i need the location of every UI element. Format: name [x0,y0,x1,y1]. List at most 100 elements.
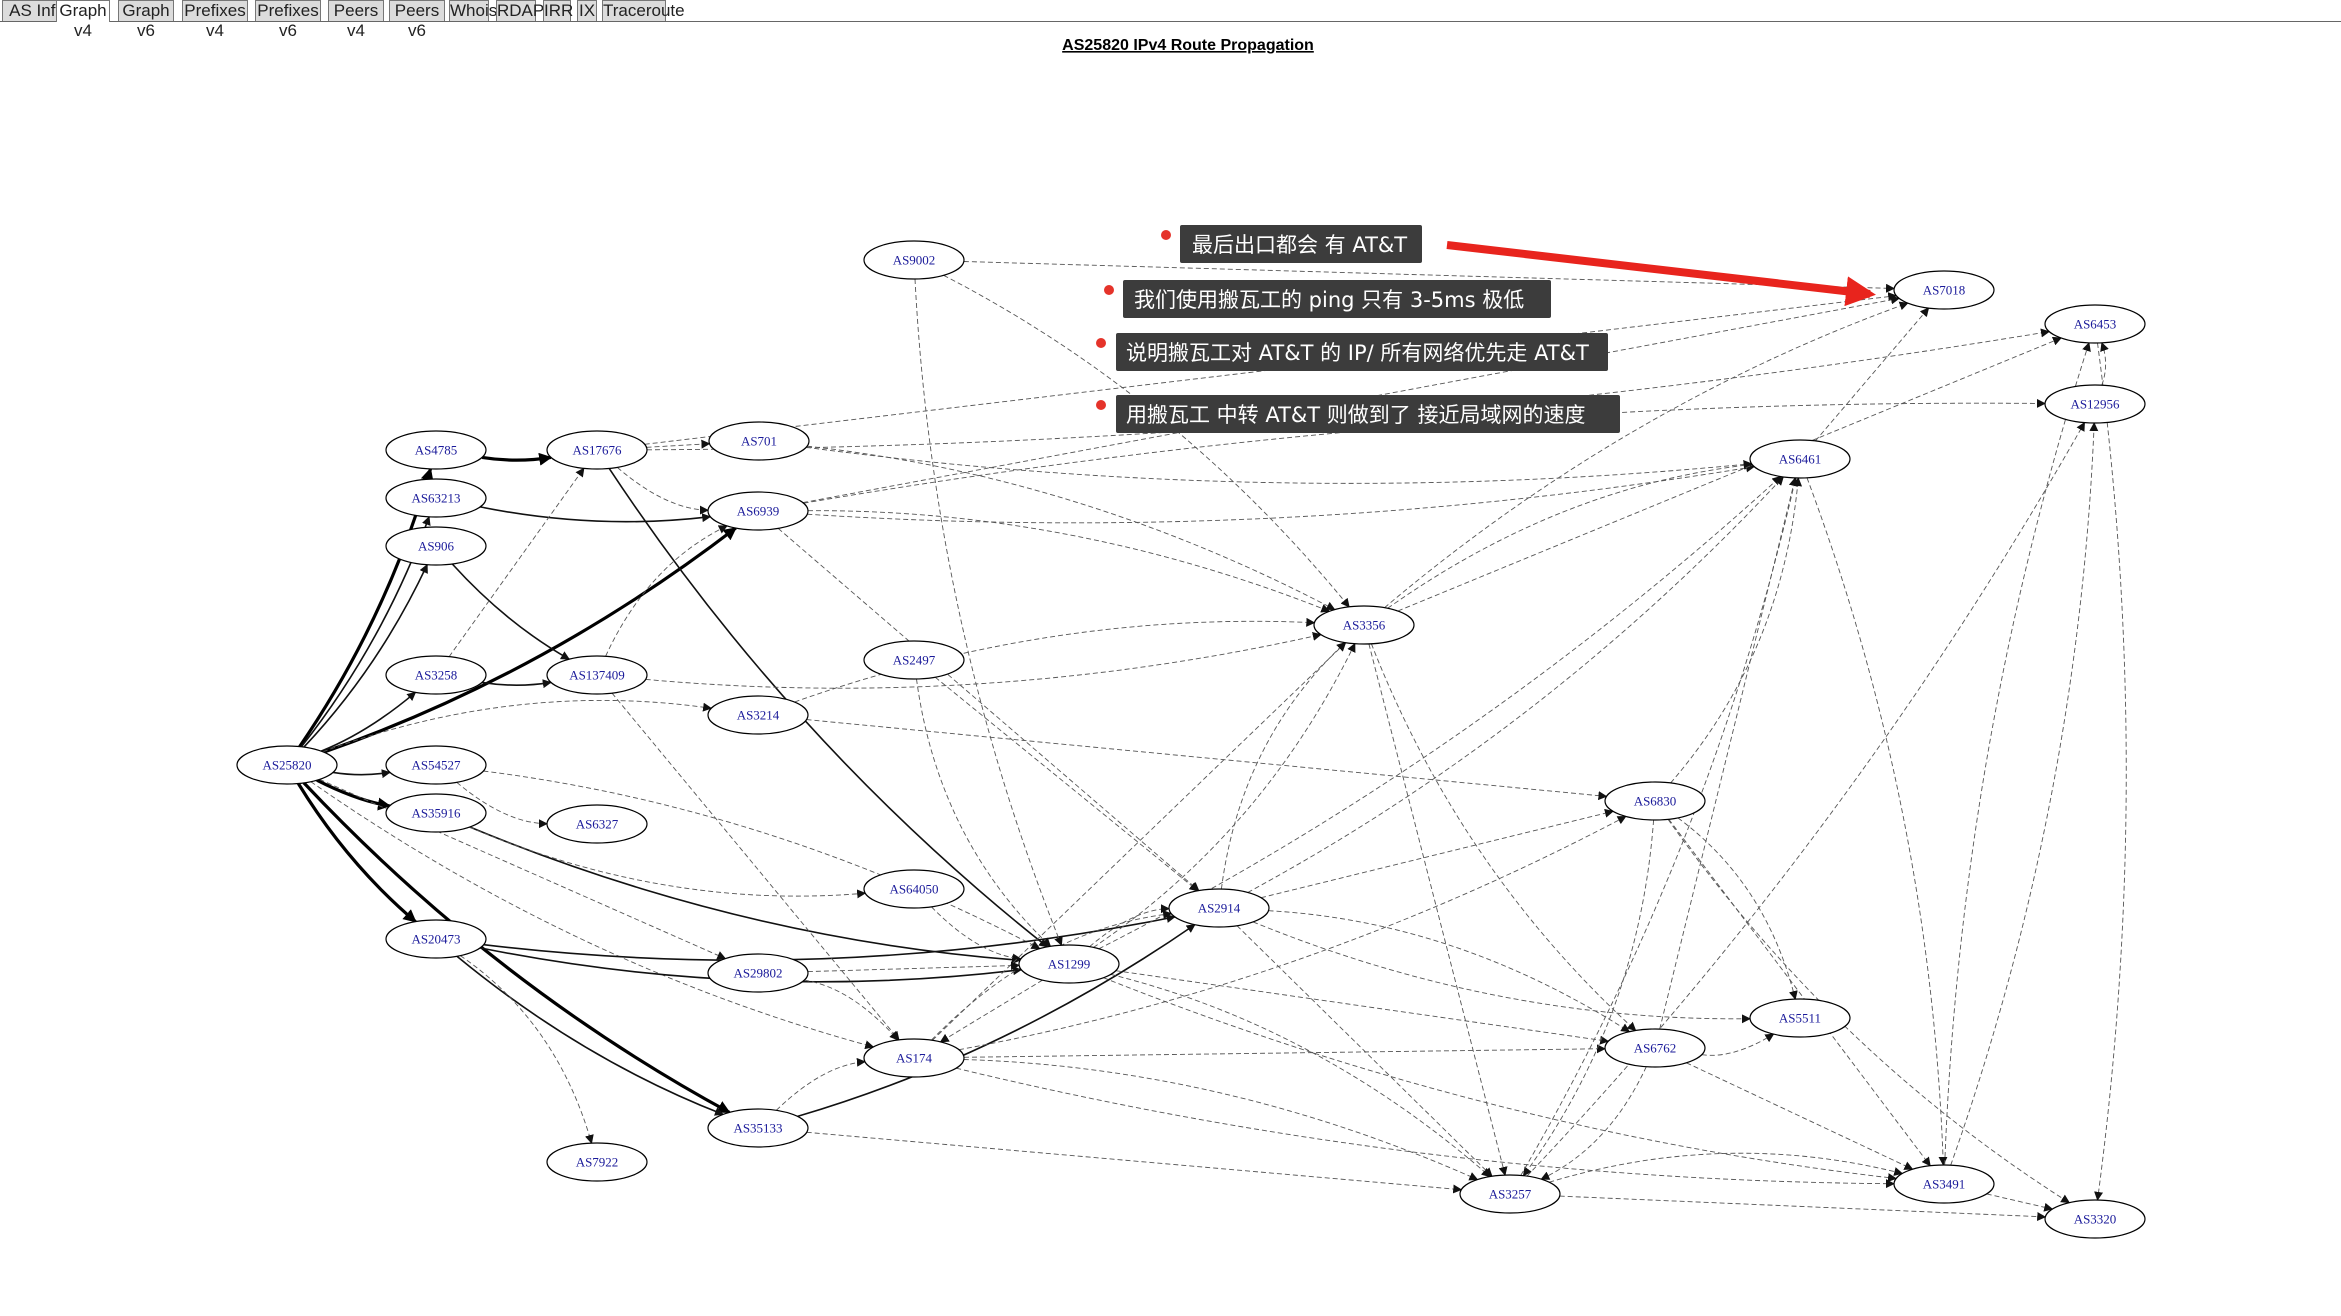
node-as5511[interactable]: AS5511 [1749,998,1851,1038]
annotation-note: 我们使用搬瓦工的 ping 只有 3-5ms 极低 [1104,280,1551,318]
note-dot [1096,338,1106,348]
node-label: AS2914 [1198,901,1241,916]
node-as7018[interactable]: AS7018 [1893,270,1995,310]
annotation-note: 用搬瓦工 中转 AT&T 则做到了 接近局域网的速度 [1096,395,1620,433]
edge-as701-to-as6461 [806,446,1753,484]
edge-as3491-to-as6453 [1944,342,2091,1166]
node-as6830[interactable]: AS6830 [1604,781,1706,821]
node-as7922[interactable]: AS7922 [546,1142,648,1182]
node-as29802[interactable]: AS29802 [707,953,809,993]
edge-as6939-to-as3356 [807,510,1331,613]
node-as6762[interactable]: AS6762 [1604,1028,1706,1068]
edge-as6830-to-as3320 [1667,819,2071,1204]
node-as906[interactable]: AS906 [385,526,487,566]
edge-as17676-to-as1299 [608,467,1049,948]
note-dot [1104,285,1114,295]
edge-as3356-to-as6461 [1387,460,1753,609]
node-as2914[interactable]: AS2914 [1168,888,1270,928]
edge-as174-to-as3491 [956,1067,1895,1189]
node-label: AS174 [896,1051,933,1066]
edge-as2914-to-as6830 [1260,808,1614,899]
edge-as174-to-as6762 [963,1044,1606,1058]
node-label: AS6453 [2074,317,2117,332]
edge-as35133-to-as3257 [806,1131,1463,1194]
node-as3356[interactable]: AS3356 [1313,605,1415,645]
node-label: AS54527 [411,758,461,773]
edge-as2497-to-as2914 [934,676,1199,892]
node-as35133[interactable]: AS35133 [707,1108,809,1148]
node-as701[interactable]: AS701 [708,421,810,461]
edge-as29802-to-as174 [804,979,899,1041]
node-label: AS3214 [737,708,780,723]
node-as1299[interactable]: AS1299 [1018,944,1120,984]
node-as2497[interactable]: AS2497 [863,640,965,680]
edge-as25820-to-as29802 [319,778,727,960]
node-label: AS3257 [1489,1187,1532,1202]
edge-as20473-to-as35133 [456,955,724,1116]
edge-as35916-to-as64050 [469,826,867,899]
edge-as54527-to-as1299 [483,770,1041,950]
graph-title: AS25820 IPv4 Route Propagation [1062,37,1314,54]
node-label: AS906 [418,539,455,554]
node-as54527[interactable]: AS54527 [385,745,487,785]
edge-as17676-to-as701 [646,439,711,449]
node-as6453[interactable]: AS6453 [2044,304,2146,344]
node-as20473[interactable]: AS20473 [385,919,487,959]
node-label: AS9002 [893,253,936,268]
edge-as9002-to-as1299 [914,278,1063,947]
node-as3257[interactable]: AS3257 [1459,1174,1561,1214]
node-as35916[interactable]: AS35916 [385,793,487,833]
node-as3258[interactable]: AS3258 [385,655,487,695]
node-label: AS3356 [1343,618,1386,633]
edge-as3491-to-as12956 [1950,422,2099,1166]
edge-as3214-to-as6830 [806,719,1608,801]
node-label: AS25820 [262,758,311,773]
edge-as35133-to-as2914 [797,923,1196,1118]
edge-as25820-to-as3214 [322,700,713,753]
node-as64050[interactable]: AS64050 [863,869,965,909]
node-as3214[interactable]: AS3214 [707,695,809,735]
annotation-note: 说明搬瓦工对 AT&T 的 IP/ 所有网络优先走 AT&T [1096,333,1608,371]
edge-as25820-to-as54527 [332,769,391,779]
edge-as6830-to-as6461 [1670,477,1803,784]
node-label: AS12956 [2070,397,2120,412]
edge-as174-to-as3257 [963,1059,1479,1181]
node-as6939[interactable]: AS6939 [707,491,809,531]
node-as63213[interactable]: AS63213 [385,478,487,518]
node-label: AS3320 [2074,1212,2117,1227]
edge-as17676-to-as6939 [617,467,709,515]
node-as3491[interactable]: AS3491 [1893,1164,1995,1204]
node-as25820[interactable]: AS25820 [236,745,338,785]
node-label: AS6461 [1779,452,1822,467]
edge-as906-to-as137409 [451,563,570,660]
edge-as3257-to-as3491 [1549,1152,1904,1183]
node-label: AS6762 [1634,1041,1677,1056]
node-as3320[interactable]: AS3320 [2044,1199,2146,1239]
node-as9002[interactable]: AS9002 [863,240,965,280]
node-as4785[interactable]: AS4785 [385,430,487,470]
edge-as701-to-as3356 [807,445,1336,611]
edge-as1299-to-as6762 [1115,970,1610,1045]
node-label: AS5511 [1779,1011,1821,1026]
note-text: 最后出口都会 有 AT&T [1192,233,1407,257]
node-label: AS63213 [411,491,460,506]
node-label: AS2497 [893,653,936,668]
node-as17676[interactable]: AS17676 [546,430,648,470]
edge-as63213-to-as6939 [480,506,712,523]
node-as174[interactable]: AS174 [863,1038,965,1078]
node-label: AS1299 [1048,957,1091,972]
edge-as6830-to-as3257 [1522,819,1655,1177]
node-label: AS35916 [411,806,461,821]
edge-as3258-to-as137409 [481,679,552,689]
node-label: AS64050 [889,882,938,897]
edge-as2914-to-as5511 [1252,921,1751,1024]
edge-as4785-to-as17676 [481,452,553,466]
node-as6461[interactable]: AS6461 [1749,439,1851,479]
edge-as2914-to-as6461 [1247,476,1784,893]
node-as6327[interactable]: AS6327 [546,804,648,844]
note-text: 说明搬瓦工对 AT&T 的 IP/ 所有网络优先走 AT&T [1126,341,1589,365]
node-as137409[interactable]: AS137409 [546,655,648,695]
annotation-note: 最后出口都会 有 AT&T [1161,225,1422,263]
node-label: AS35133 [733,1121,782,1136]
node-as12956[interactable]: AS12956 [2044,384,2146,424]
